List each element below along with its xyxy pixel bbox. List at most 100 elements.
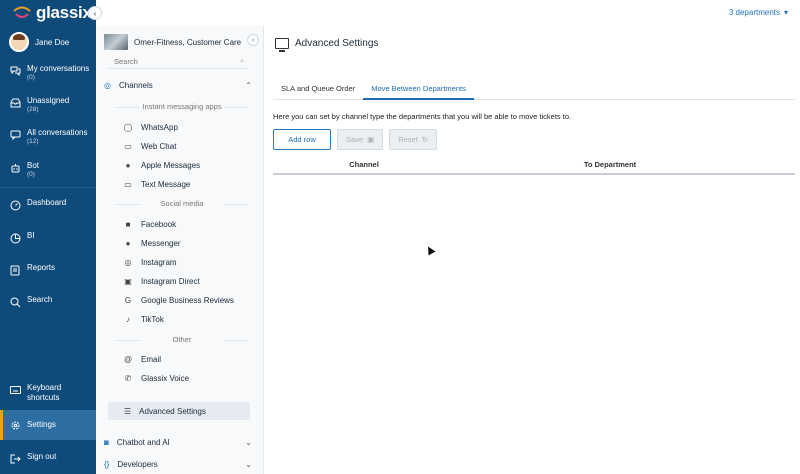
google-icon: G bbox=[124, 296, 132, 305]
tab-bar: SLA and Queue Order Move Between Departm… bbox=[273, 82, 795, 100]
nav-bot[interactable]: Bot (0) bbox=[0, 161, 96, 179]
nav-label: Unassigned bbox=[27, 96, 70, 105]
nav-label: BI bbox=[27, 231, 35, 240]
nav-dashboard[interactable]: Dashboard bbox=[0, 198, 96, 211]
tab-move-between-departments[interactable]: Move Between Departments bbox=[363, 82, 474, 100]
collapse-sidebar-button[interactable]: ‹ bbox=[247, 34, 259, 46]
chevron-down-icon: ⌄ bbox=[245, 460, 252, 469]
nav-label: Dashboard bbox=[27, 198, 67, 207]
channel-label: Instagram bbox=[141, 258, 177, 267]
nav-label: Settings bbox=[27, 420, 56, 429]
whatsapp-icon: ◯ bbox=[123, 123, 133, 132]
nav-label: Search bbox=[27, 295, 53, 304]
channel-label: TikTok bbox=[141, 315, 164, 324]
page-title-text: Advanced Settings bbox=[295, 38, 379, 49]
nav-settings[interactable]: Settings bbox=[0, 410, 96, 440]
nav-label: Bot bbox=[27, 161, 40, 170]
sidebar-search: ⌕ bbox=[108, 55, 248, 69]
user-profile[interactable]: Jane Doe bbox=[9, 32, 69, 52]
channel-label: Text Message bbox=[141, 180, 191, 189]
search-input[interactable] bbox=[114, 57, 224, 66]
channel-whatsapp[interactable]: ◯ WhatsApp bbox=[124, 123, 178, 132]
channel-instagram[interactable]: ◎ Instagram bbox=[124, 258, 177, 267]
bi-chart-icon bbox=[9, 232, 21, 244]
channel-tiktok[interactable]: ♪ TikTok bbox=[124, 315, 164, 324]
phone-icon: ✆ bbox=[124, 374, 132, 383]
avatar bbox=[9, 32, 29, 52]
channels-icon: ◎ bbox=[104, 81, 111, 90]
section-chatbot-ai[interactable]: ◙ Chatbot and AI ⌄ bbox=[104, 438, 252, 447]
department-switcher[interactable]: 3 departments ▾ bbox=[729, 8, 788, 17]
channel-apple-messages[interactable]: ● Apple Messages bbox=[124, 161, 201, 170]
reset-button[interactable]: Reset ↻ bbox=[389, 129, 438, 150]
channel-messenger[interactable]: ● Messenger bbox=[124, 239, 181, 248]
section-label: Channels bbox=[118, 81, 153, 90]
nav-divider bbox=[0, 187, 96, 188]
chevron-left-icon: ‹ bbox=[251, 36, 255, 44]
add-row-button[interactable]: Add row bbox=[273, 129, 331, 150]
action-buttons: Add row Save ▣ Reset ↻ bbox=[273, 129, 438, 150]
sign-out-icon bbox=[9, 453, 21, 465]
messenger-icon: ● bbox=[125, 239, 131, 248]
table-header: Channel To Department bbox=[273, 160, 795, 175]
add-row-label: Add row bbox=[288, 135, 316, 144]
nav-label: Keyboard shortcuts bbox=[27, 383, 62, 402]
channel-instagram-direct[interactable]: ▣ Instagram Direct bbox=[124, 277, 200, 286]
nav-label: Reports bbox=[27, 263, 56, 272]
channel-label: Facebook bbox=[141, 220, 177, 229]
nav-my-conversations[interactable]: My conversations (0) bbox=[0, 64, 96, 82]
section-channels[interactable]: ◎ Channels ⌃ bbox=[104, 81, 252, 90]
nav-keyboard-shortcuts[interactable]: Keyboard shortcuts bbox=[0, 383, 96, 403]
nav-search[interactable]: Search bbox=[0, 295, 96, 308]
bot-icon bbox=[9, 162, 21, 174]
channel-label: Apple Messages bbox=[141, 161, 201, 170]
channel-text-message[interactable]: ▭ Text Message bbox=[124, 180, 190, 189]
channel-label: Google Business Reviews bbox=[141, 296, 234, 305]
collapse-nav-button[interactable]: ‹ bbox=[88, 6, 102, 20]
nav-reports[interactable]: Reports bbox=[0, 263, 96, 276]
inbox-icon bbox=[9, 97, 21, 109]
nav-all-conversations[interactable]: All conversations (12) bbox=[0, 128, 96, 146]
keyboard-icon bbox=[9, 384, 21, 396]
department-switcher-label: 3 departments bbox=[728, 8, 780, 17]
glassix-logo[interactable]: glassix bbox=[12, 3, 92, 22]
search-icon: ⌕ bbox=[240, 57, 244, 65]
channel-glassix-voice[interactable]: ✆ Glassix Voice bbox=[124, 374, 189, 383]
nav-unassigned[interactable]: Unassigned (28) bbox=[0, 96, 96, 114]
main-navigation: glassix Jane Doe My conversations (0) Una… bbox=[0, 0, 96, 474]
logo-icon bbox=[13, 6, 31, 18]
channel-label: Glassix Voice bbox=[141, 374, 190, 383]
top-bar: 3 departments ▾ bbox=[96, 0, 800, 26]
settings-sidebar: Omer-Fitness, Customer Care ‹ ⌕ ◎ Channe… bbox=[96, 26, 264, 474]
channel-label: Web Chat bbox=[141, 142, 177, 151]
group-other: Other bbox=[116, 335, 248, 344]
advanced-settings-item[interactable]: ☰ Advanced Settings bbox=[108, 402, 250, 420]
channel-label: Instagram Direct bbox=[141, 277, 200, 286]
tab-sla-queue-order[interactable]: SLA and Queue Order bbox=[273, 82, 363, 100]
section-developers[interactable]: {} Developers ⌄ bbox=[104, 460, 252, 469]
channel-google-business-reviews[interactable]: G Google Business Reviews bbox=[124, 296, 234, 305]
web-chat-icon: ▭ bbox=[124, 142, 132, 151]
channel-label: Email bbox=[141, 355, 162, 364]
nav-count: (0) bbox=[27, 74, 35, 81]
instagram-icon: ◎ bbox=[124, 258, 132, 267]
channel-email[interactable]: @ Email bbox=[124, 355, 161, 364]
channel-facebook[interactable]: ■ Facebook bbox=[124, 220, 177, 229]
advanced-settings-label: Advanced Settings bbox=[139, 406, 206, 416]
group-social-media: Social media bbox=[116, 199, 248, 208]
main-content: Advanced Settings SLA and Queue Order Mo… bbox=[265, 26, 800, 474]
reports-icon bbox=[9, 264, 21, 276]
nav-bi[interactable]: BI bbox=[0, 231, 96, 244]
chat-bubbles-icon bbox=[9, 65, 21, 77]
apple-icon: ● bbox=[125, 161, 131, 170]
department-header[interactable]: Omer-Fitness, Customer Care bbox=[104, 34, 241, 50]
page-title: Advanced Settings bbox=[275, 38, 379, 52]
column-header-to-department: To Department bbox=[583, 160, 637, 169]
description-text: Here you can set by channel type the dep… bbox=[273, 112, 572, 121]
user-name: Jane Doe bbox=[35, 37, 70, 47]
nav-sign-out[interactable]: Sign out bbox=[0, 452, 96, 465]
nav-count: (12) bbox=[27, 138, 39, 145]
save-button[interactable]: Save ▣ bbox=[337, 129, 384, 150]
channel-web-chat[interactable]: ▭ Web Chat bbox=[124, 142, 176, 151]
department-name: Omer-Fitness, Customer Care bbox=[134, 37, 242, 47]
